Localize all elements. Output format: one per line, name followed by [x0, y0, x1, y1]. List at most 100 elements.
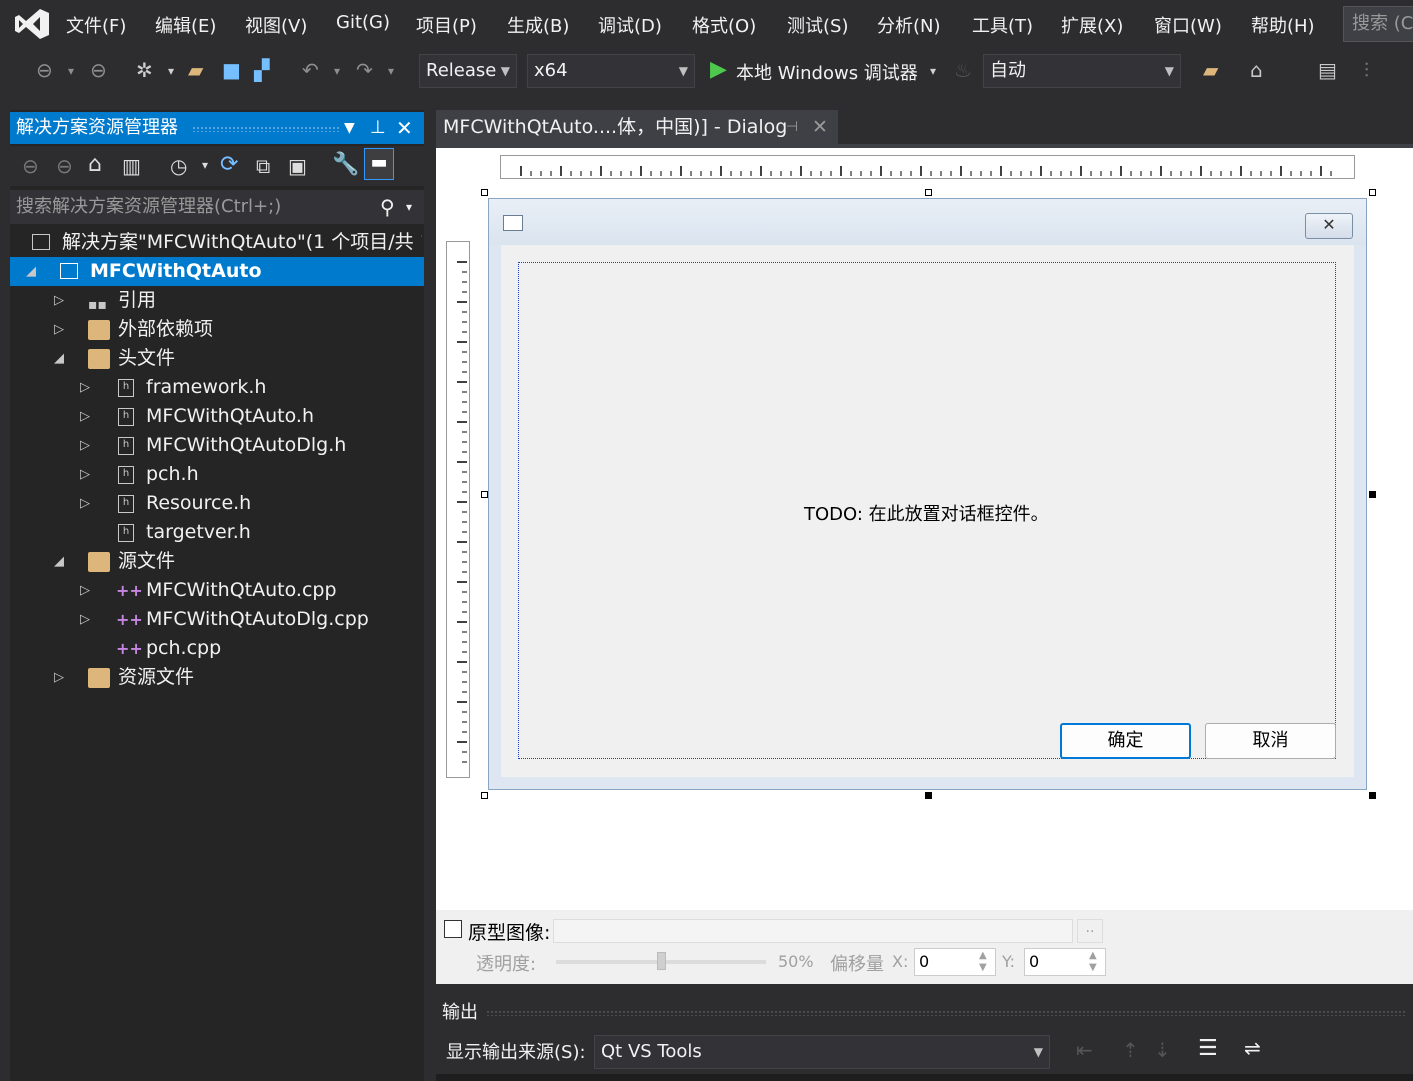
clear-all-icon[interactable]: ☰: [1198, 1036, 1218, 1061]
tree-file-pch-cpp[interactable]: ++ pch.cpp: [10, 634, 424, 663]
preview-selected-icon[interactable]: ▬: [364, 148, 394, 180]
menu-window[interactable]: 窗口(W): [1154, 12, 1222, 38]
expand-triangle-icon[interactable]: ▷: [80, 431, 94, 460]
tree-external-dependencies[interactable]: ▷ 外部依赖项: [10, 315, 424, 344]
pending-dropdown-icon[interactable]: ▾: [202, 158, 208, 172]
cancel-button[interactable]: 取消: [1205, 723, 1336, 759]
start-debugging-icon[interactable]: ▶: [710, 57, 727, 82]
next-message-icon[interactable]: ⇣: [1154, 1038, 1171, 1062]
hot-reload-icon[interactable]: ♨: [954, 58, 972, 82]
horizontal-ruler[interactable]: [500, 155, 1355, 179]
output-source-select[interactable]: Qt VS Tools ▼: [594, 1035, 1050, 1069]
menu-help[interactable]: 帮助(H): [1251, 12, 1315, 38]
run-button-label[interactable]: 本地 Windows 调试器: [736, 59, 918, 85]
menu-edit[interactable]: 编辑(E): [155, 12, 216, 38]
offset-y-spinner-icon[interactable]: ▲ ▼: [1089, 950, 1097, 974]
collapse-triangle-icon[interactable]: ◢: [26, 257, 40, 286]
redo-dropdown-icon[interactable]: ▾: [388, 64, 394, 78]
new-dropdown-icon[interactable]: ▾: [168, 64, 174, 78]
resize-handle-se[interactable]: [1369, 792, 1376, 799]
tree-references[interactable]: ▷ ▪▪ 引用: [10, 286, 424, 315]
ok-button[interactable]: 确定: [1060, 723, 1191, 759]
opacity-slider-thumb[interactable]: [657, 952, 666, 970]
open-folder-icon[interactable]: ▰: [188, 58, 203, 82]
previous-message-icon[interactable]: ⇡: [1122, 1038, 1139, 1062]
menu-debug[interactable]: 调试(D): [598, 12, 662, 38]
save-all-icon[interactable]: ▞: [254, 58, 269, 82]
menu-extensions[interactable]: 扩展(X): [1061, 12, 1123, 38]
tree-file-resource-h[interactable]: ▷ h Resource.h: [10, 489, 424, 518]
tree-solution[interactable]: 解决方案"MFCWithQtAuto"(1 个项目/共 1 个: [10, 228, 424, 257]
close-icon[interactable]: ✕: [396, 112, 413, 144]
vertical-ruler[interactable]: [446, 241, 470, 778]
collapse-triangle-icon[interactable]: ◢: [54, 344, 68, 373]
menu-test[interactable]: 测试(S): [787, 12, 848, 38]
undo-icon[interactable]: ↶: [302, 58, 319, 82]
align-icon[interactable]: ⫶: [1364, 58, 1369, 82]
expand-triangle-icon[interactable]: ▷: [80, 373, 94, 402]
search-input[interactable]: 搜索 (C: [1343, 6, 1413, 42]
expand-triangle-icon[interactable]: ▷: [54, 315, 68, 344]
window-position-dropdown-icon[interactable]: ▼: [344, 112, 355, 144]
menu-git[interactable]: Git(G): [336, 12, 390, 33]
word-wrap-icon[interactable]: ⇌: [1244, 1036, 1261, 1060]
expand-triangle-icon[interactable]: ▷: [80, 605, 94, 634]
tree-file-framework-h[interactable]: ▷ h framework.h: [10, 373, 424, 402]
search-options-icon[interactable]: ▾: [406, 190, 412, 224]
tree-file-mfcwithqtauto-h[interactable]: ▷ h MFCWithQtAuto.h: [10, 402, 424, 431]
resize-handle-e[interactable]: [1369, 491, 1376, 498]
menu-project[interactable]: 项目(P): [416, 12, 477, 38]
refresh-icon[interactable]: ⟳: [220, 152, 238, 177]
collapse-all-icon[interactable]: ⧉: [256, 154, 270, 178]
close-tab-icon[interactable]: ✕: [812, 110, 828, 144]
resize-handle-w[interactable]: [481, 491, 488, 498]
menu-view[interactable]: 视图(V): [245, 12, 307, 38]
prototype-image-path-input[interactable]: [553, 919, 1073, 943]
find-message-icon[interactable]: ⇤: [1076, 1038, 1093, 1062]
pin-icon[interactable]: ⊣: [786, 110, 798, 144]
menu-build[interactable]: 生成(B): [507, 12, 569, 38]
home-view-icon[interactable]: ⌂: [1250, 58, 1263, 82]
tree-header-files[interactable]: ◢ 头文件: [10, 344, 424, 373]
tree-file-mfcwithqtautodlg-h[interactable]: ▷ h MFCWithQtAutoDlg.h: [10, 431, 424, 460]
forward-icon[interactable]: ⊖: [56, 154, 73, 178]
tree-file-mfcwithqtauto-cpp[interactable]: ▷ ++ MFCWithQtAuto.cpp: [10, 576, 424, 605]
solution-explorer-search[interactable]: 搜索解决方案资源管理器(Ctrl+;) ⚲ ▾: [10, 190, 424, 224]
forward-icon[interactable]: ⊖: [90, 58, 107, 82]
redo-icon[interactable]: ↷: [356, 58, 373, 82]
resize-handle-s[interactable]: [925, 792, 932, 799]
switch-views-icon[interactable]: ▥: [122, 154, 141, 178]
resize-handle-n[interactable]: [925, 189, 932, 196]
expand-triangle-icon[interactable]: ▷: [54, 663, 68, 692]
run-dropdown-icon[interactable]: ▾: [930, 64, 936, 78]
back-icon[interactable]: ⊖: [36, 58, 53, 82]
expand-triangle-icon[interactable]: ▷: [80, 460, 94, 489]
tree-resource-files[interactable]: ▷ 资源文件: [10, 663, 424, 692]
back-icon[interactable]: ⊖: [22, 154, 39, 178]
expand-triangle-icon[interactable]: ▷: [80, 402, 94, 431]
tree-file-mfcwithqtautodlg-cpp[interactable]: ▷ ++ MFCWithQtAutoDlg.cpp: [10, 605, 424, 634]
layout-icon[interactable]: ▤: [1318, 58, 1337, 82]
search-icon[interactable]: ⚲: [380, 190, 395, 224]
expand-triangle-icon[interactable]: ▷: [80, 576, 94, 605]
mode-select[interactable]: 自动 ▼: [983, 54, 1181, 88]
title-grip[interactable]: [486, 1010, 1406, 1016]
save-icon[interactable]: ■: [222, 58, 241, 82]
menu-analyze[interactable]: 分析(N): [877, 12, 941, 38]
menu-format[interactable]: 格式(O): [692, 12, 756, 38]
resize-handle-sw[interactable]: [481, 792, 488, 799]
expand-triangle-icon[interactable]: ▷: [80, 489, 94, 518]
menu-file[interactable]: 文件(F): [66, 12, 126, 38]
dialog-close-button[interactable]: ✕: [1305, 213, 1353, 239]
tree-file-pch-h[interactable]: ▷ h pch.h: [10, 460, 424, 489]
output-text-area[interactable]: [436, 1074, 1413, 1081]
expand-triangle-icon[interactable]: ▷: [54, 286, 68, 315]
pending-changes-icon[interactable]: ◷: [170, 154, 187, 178]
tree-project[interactable]: ◢ MFCWithQtAuto: [10, 257, 424, 286]
menu-tools[interactable]: 工具(T): [972, 12, 1033, 38]
collapse-triangle-icon[interactable]: ◢: [54, 547, 68, 576]
resize-handle-nw[interactable]: [481, 189, 488, 196]
pin-icon[interactable]: ⊥: [370, 112, 386, 144]
undo-dropdown-icon[interactable]: ▾: [334, 64, 340, 78]
browse-button[interactable]: ..: [1077, 919, 1103, 943]
